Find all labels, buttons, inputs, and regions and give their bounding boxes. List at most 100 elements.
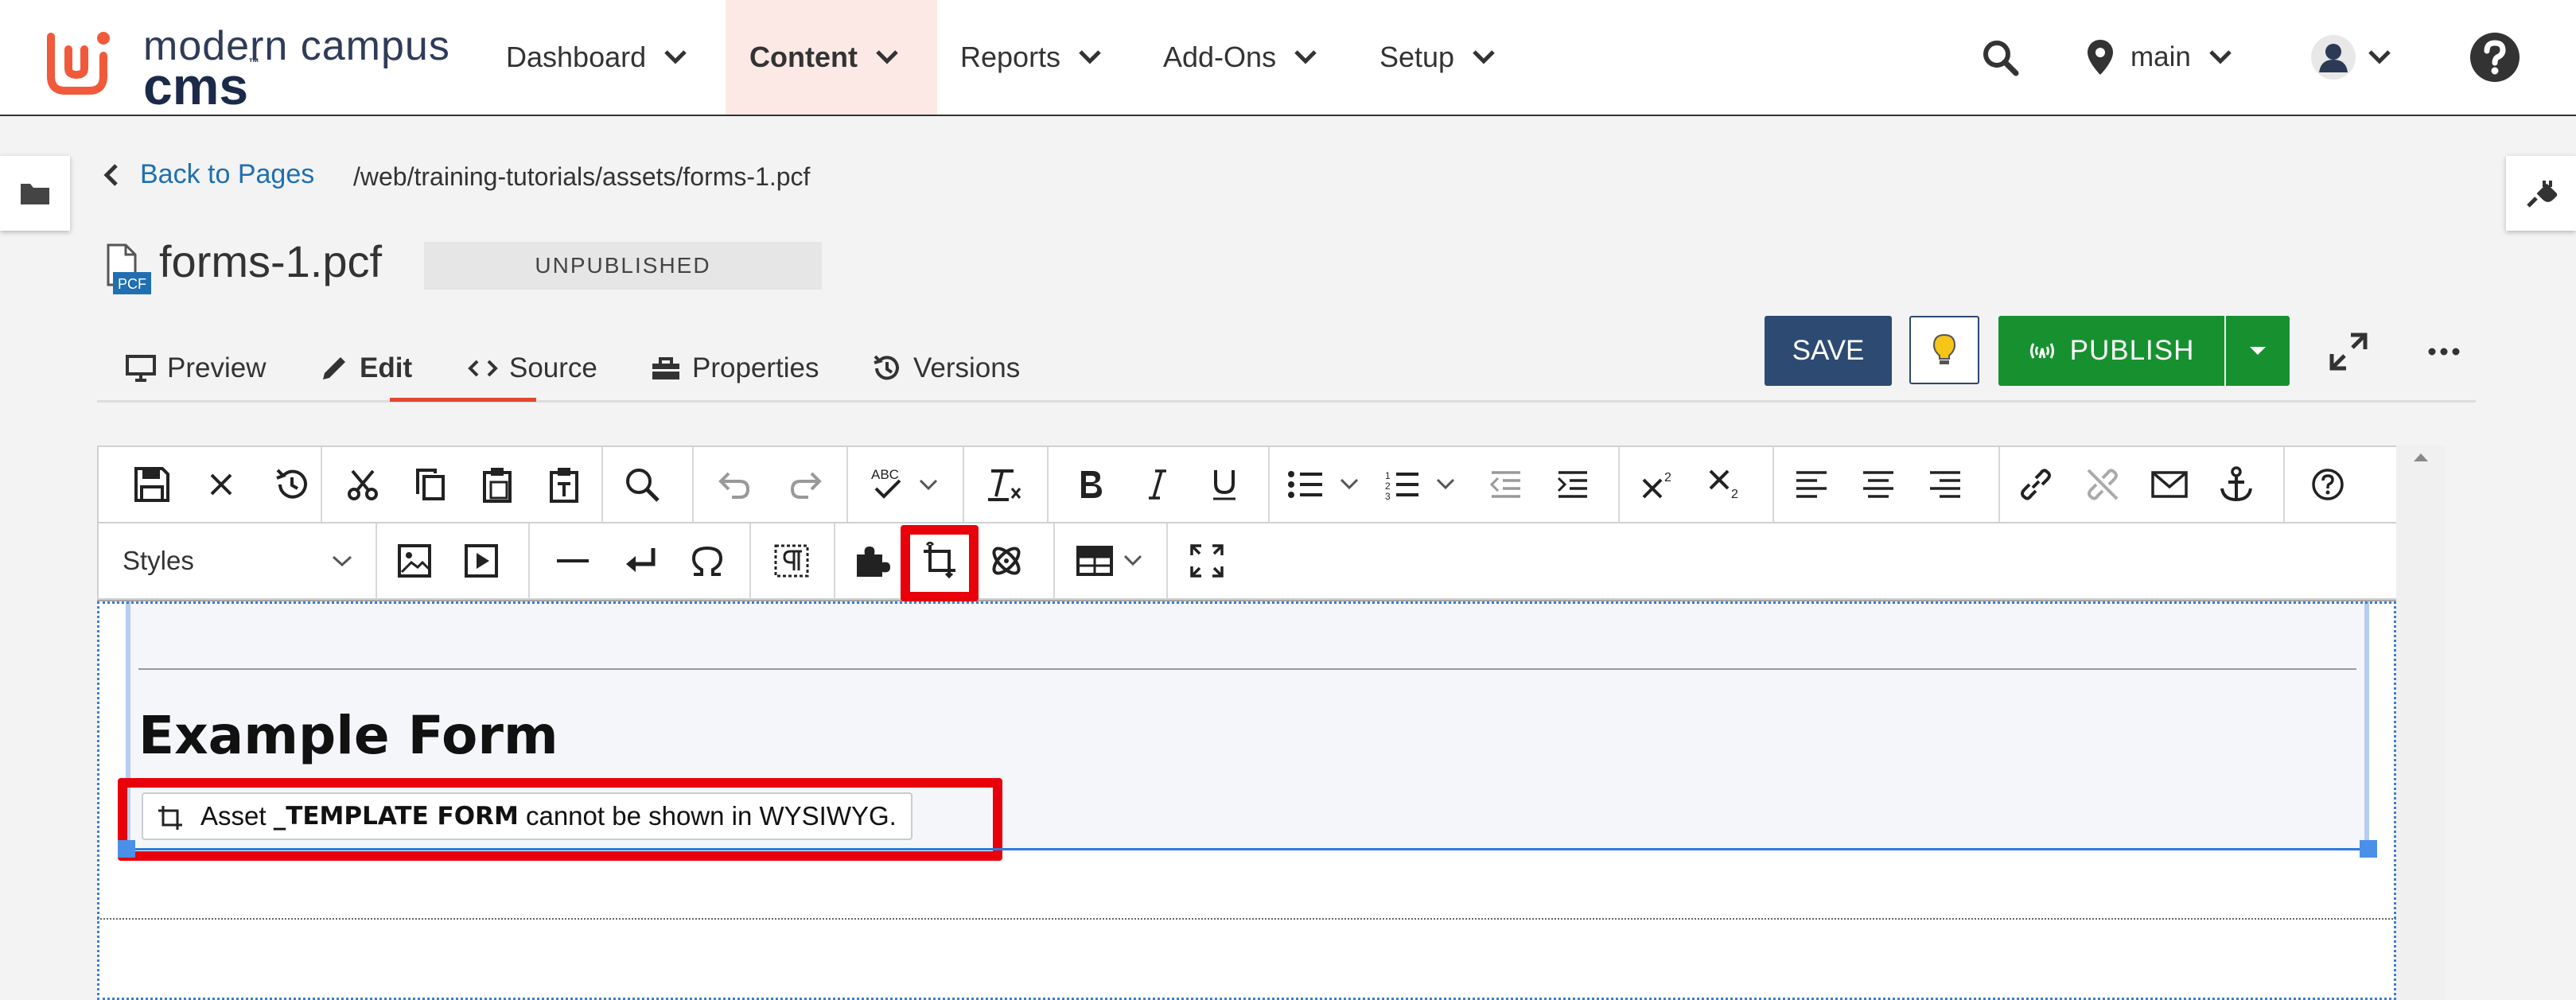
editor-toolbar-row-1: ABC 123 2 2 <box>97 446 2446 523</box>
tab-properties-label: Properties <box>692 352 819 383</box>
toolbar-separator <box>749 523 751 598</box>
outdent-icon <box>1489 471 1520 498</box>
copy-button[interactable] <box>396 447 465 522</box>
tips-button[interactable] <box>1909 316 1979 384</box>
back-to-pages-label: Back to Pages <box>140 159 315 189</box>
insert-component-button[interactable] <box>972 523 1041 598</box>
toolbar-separator <box>846 447 848 522</box>
page-title: forms-1.pcf <box>159 236 383 286</box>
cancel-toolbar-button[interactable] <box>188 447 255 522</box>
spellcheck-button[interactable]: ABC <box>854 447 958 522</box>
special-character-button[interactable] <box>673 523 741 598</box>
horizontal-rule <box>138 668 2356 670</box>
maximize-button[interactable] <box>1173 523 1241 598</box>
nav-content[interactable]: Content <box>726 0 937 115</box>
help-icon <box>2470 33 2520 82</box>
email-link-button[interactable] <box>2135 447 2204 522</box>
file-navigation-tab[interactable] <box>0 156 70 231</box>
bulleted-list-button[interactable] <box>1276 447 1378 522</box>
align-left-button[interactable] <box>1777 447 1846 522</box>
history-icon <box>874 355 899 380</box>
editor-scrollbar[interactable] <box>2396 446 2446 1000</box>
toolbar-separator <box>376 523 377 598</box>
styles-dropdown[interactable]: Styles <box>123 523 353 598</box>
find-button[interactable] <box>605 447 679 522</box>
revert-toolbar-button[interactable] <box>255 447 329 522</box>
save-button[interactable]: SAVE <box>1765 316 1892 386</box>
toolbar-separator <box>528 523 530 598</box>
tab-versions[interactable]: Versions <box>872 340 1020 396</box>
paste-button[interactable] <box>463 447 531 522</box>
fullscreen-button[interactable] <box>2323 326 2374 377</box>
toolbar-separator <box>601 447 603 522</box>
gadgets-tab[interactable] <box>2506 156 2576 231</box>
svg-text:2: 2 <box>1731 488 1738 501</box>
site-name: main <box>2130 41 2191 72</box>
help-button[interactable] <box>2469 0 2520 115</box>
show-blocks-icon <box>774 544 809 578</box>
undo-button[interactable] <box>698 447 770 522</box>
horizontal-rule-button[interactable] <box>538 523 608 598</box>
nav-dashboard[interactable]: Dashboard <box>506 0 687 115</box>
show-blocks-button[interactable] <box>757 523 826 598</box>
insert-image-button[interactable] <box>380 523 449 598</box>
more-options-button[interactable] <box>2418 326 2469 377</box>
redo-button[interactable] <box>770 447 842 522</box>
align-right-icon <box>1930 471 1960 498</box>
nav-reports[interactable]: Reports <box>960 0 1102 115</box>
anchor-button[interactable] <box>2202 447 2271 522</box>
cut-button[interactable] <box>326 447 399 522</box>
pcf-file-icon-label: PCF <box>118 276 146 292</box>
increase-indent-button[interactable] <box>1539 447 1607 522</box>
styles-dropdown-label: Styles <box>123 546 194 575</box>
nav-content-label: Content <box>749 41 858 73</box>
resize-handle-right[interactable] <box>2360 840 2377 858</box>
copy-icon <box>416 469 445 500</box>
tab-versions-label: Versions <box>913 352 1021 383</box>
insert-gadget-button[interactable] <box>839 523 907 598</box>
chevron-left-icon <box>103 163 118 186</box>
remove-format-button[interactable] <box>966 447 1042 522</box>
unlink-button[interactable] <box>2068 447 2137 522</box>
clear-formatting-icon <box>988 469 1021 501</box>
search-button[interactable] <box>1981 0 2019 115</box>
tab-preview-label: Preview <box>167 352 267 383</box>
line-break-button[interactable] <box>606 523 675 598</box>
underline-button[interactable] <box>1190 447 1259 522</box>
back-to-pages-link[interactable]: Back to Pages <box>103 159 314 190</box>
numbered-list-button[interactable]: 123 <box>1378 447 1472 522</box>
italic-button[interactable] <box>1123 447 1192 522</box>
subscript-button[interactable]: 2 <box>1691 447 1760 522</box>
resize-handle-left[interactable] <box>118 840 135 858</box>
help-icon <box>2312 469 2344 500</box>
tab-edit[interactable]: Edit <box>320 340 412 396</box>
monitor-icon <box>126 355 156 382</box>
tab-preview[interactable]: Preview <box>126 340 266 396</box>
component-icon <box>992 547 1021 575</box>
decrease-indent-button[interactable] <box>1472 447 1540 522</box>
paste-text-button[interactable] <box>530 447 598 522</box>
modern-campus-logo[interactable]: modern campus cms™ <box>40 21 453 115</box>
nav-setup[interactable]: Setup <box>1379 0 1496 115</box>
save-toolbar-button[interactable] <box>115 447 189 522</box>
insert-table-button[interactable] <box>1061 523 1162 598</box>
svg-text:2: 2 <box>1664 471 1671 484</box>
bullet-list-icon <box>1288 471 1359 498</box>
nav-add-ons[interactable]: Add-Ons <box>1163 0 1317 115</box>
user-menu[interactable] <box>2310 0 2391 115</box>
align-left-icon <box>1796 471 1827 498</box>
publish-button[interactable]: PUBLISH <box>1998 316 2224 386</box>
superscript-button[interactable]: 2 <box>1625 447 1693 522</box>
tab-source[interactable]: Source <box>468 340 597 396</box>
omega-icon <box>691 546 723 576</box>
publish-options-dropdown[interactable] <box>2226 316 2290 386</box>
align-center-button[interactable] <box>1844 447 1913 522</box>
site-selector[interactable]: main <box>2086 0 2232 115</box>
help-toolbar-button[interactable] <box>2288 447 2368 522</box>
insert-media-button[interactable] <box>447 523 516 598</box>
bold-button[interactable] <box>1056 447 1125 522</box>
align-right-button[interactable] <box>1911 447 1979 522</box>
insert-link-button[interactable] <box>2002 447 2070 522</box>
tab-properties[interactable]: Properties <box>651 340 819 396</box>
editor-content-area[interactable]: Example Form Asset _TEMPLATE FORM cannot… <box>97 601 2396 1000</box>
